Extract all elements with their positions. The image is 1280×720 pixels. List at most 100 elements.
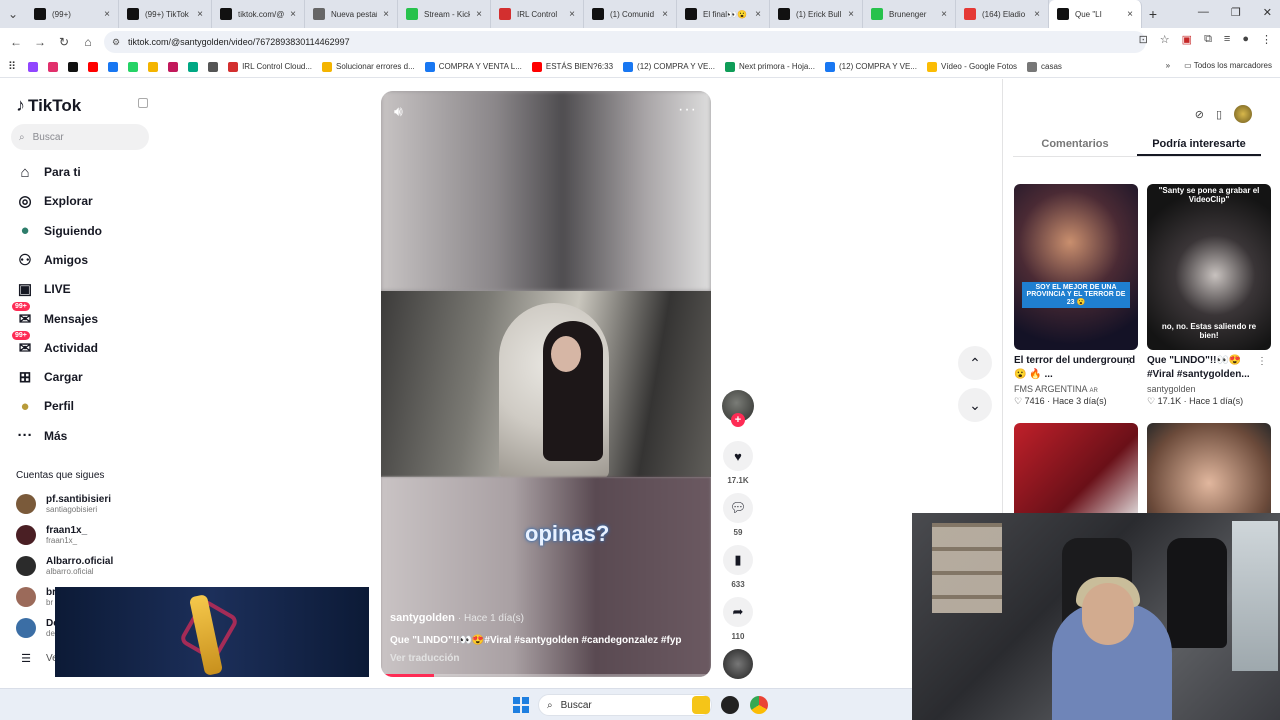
close-tab-icon[interactable]: × bbox=[476, 9, 482, 20]
url-field[interactable]: ⚙ tiktok.com/@santygolden/video/76728938… bbox=[104, 31, 1146, 53]
suggested-video-card[interactable]: "Santy se pone a grabar el VideoClip" no… bbox=[1147, 184, 1271, 407]
bookmark-item[interactable]: COMPRA Y VENTA L... bbox=[424, 61, 522, 72]
close-tab-icon[interactable]: × bbox=[1127, 9, 1133, 20]
tab-search-icon[interactable]: ⌄ bbox=[0, 7, 26, 21]
media-icon[interactable]: ≡ bbox=[1224, 33, 1230, 46]
bookmark-item[interactable]: Vídeo - Google Fotos bbox=[926, 61, 1017, 72]
bookmarks-overflow-icon[interactable]: » bbox=[1166, 61, 1170, 70]
video-author[interactable]: santygolden · Hace 1 día(s) bbox=[390, 612, 524, 624]
tab-comentarios[interactable]: Comentarios bbox=[1013, 131, 1137, 156]
collapse-sidebar-icon[interactable] bbox=[138, 98, 148, 108]
followed-account[interactable]: Albarro.oficial albarro.oficial bbox=[16, 556, 113, 576]
browser-tab[interactable]: Stream - Kick × bbox=[398, 0, 491, 28]
next-video-button[interactable]: ⌄ bbox=[958, 388, 992, 422]
card-more-icon[interactable]: ⋮ bbox=[1257, 356, 1267, 367]
tiktok-logo[interactable]: ♪ TikTok bbox=[16, 95, 81, 116]
close-tab-icon[interactable]: × bbox=[383, 9, 389, 20]
apps-grid-icon[interactable]: ⠿ bbox=[8, 60, 16, 73]
search-input[interactable]: ⌕ Buscar bbox=[11, 124, 149, 150]
bookmark-item[interactable] bbox=[48, 61, 59, 72]
close-window-icon[interactable]: ✕ bbox=[1263, 6, 1272, 19]
see-more-link[interactable]: ☰ Ve bbox=[16, 652, 58, 665]
bookmark-star-icon[interactable]: ☆ bbox=[1160, 33, 1170, 46]
browser-tab[interactable]: Nueva pestaña × bbox=[305, 0, 398, 28]
browser-tab[interactable]: tiktok.com/@ × bbox=[212, 0, 305, 28]
browser-tab[interactable]: IRL Control × bbox=[491, 0, 584, 28]
windows-start-icon[interactable] bbox=[513, 697, 529, 713]
bookmark-item[interactable] bbox=[88, 61, 99, 72]
translate-icon[interactable]: ⊡ bbox=[1139, 33, 1148, 46]
followed-account[interactable]: pf.santibisieri santiagobisieri bbox=[16, 494, 111, 514]
see-translation-link[interactable]: Ver traducción bbox=[390, 653, 459, 664]
bookmark-item[interactable]: (12) COMPRA Y VE... bbox=[825, 61, 917, 72]
device-icon[interactable]: ▯ bbox=[1216, 108, 1222, 121]
previous-video-button[interactable]: ⌃ bbox=[958, 346, 992, 380]
comment-icon[interactable]: 💬︎ bbox=[723, 493, 753, 523]
browser-tab[interactable]: (99+) × bbox=[26, 0, 119, 28]
sidebar-item-actividad[interactable]: 99+ ✉ Actividad bbox=[12, 330, 98, 358]
browser-tab[interactable]: Brunenger × bbox=[863, 0, 956, 28]
bookmark-item[interactable] bbox=[188, 61, 199, 72]
close-tab-icon[interactable]: × bbox=[197, 9, 203, 20]
sidebar-item-siguiendo[interactable]: ● Siguiendo bbox=[16, 221, 102, 241]
sound-icon[interactable]: 🔊︎ bbox=[394, 103, 403, 120]
video-more-icon[interactable]: ··· bbox=[678, 101, 697, 119]
all-bookmarks-folder[interactable]: ▭ Todos los marcadores bbox=[1184, 61, 1272, 70]
bookmark-item[interactable]: Solucionar errores d... bbox=[322, 61, 415, 72]
followed-account[interactable]: br br bbox=[16, 587, 56, 607]
heart-icon[interactable]: ♥ bbox=[723, 441, 753, 471]
browser-tab[interactable]: (164) Eladio × bbox=[956, 0, 1049, 28]
taskbar-search[interactable]: ⌕ Buscar bbox=[538, 694, 712, 716]
suggested-video-card[interactable] bbox=[1147, 423, 1271, 523]
forward-icon[interactable]: → bbox=[28, 35, 52, 49]
extension-icon[interactable]: ▣ bbox=[1182, 33, 1192, 46]
close-tab-icon[interactable]: × bbox=[848, 9, 854, 20]
browser-tab[interactable]: (1) Comunid × bbox=[584, 0, 677, 28]
video-thumbnail[interactable]: SOY EL MEJOR DE UNA PROVINCIA Y EL TERRO… bbox=[1014, 184, 1138, 350]
sidebar-item-live[interactable]: ▣ LIVE bbox=[16, 279, 71, 299]
suggested-video-card[interactable] bbox=[1014, 423, 1138, 523]
bookmark-item[interactable]: IRL Control Cloud... bbox=[228, 61, 312, 72]
coin-icon[interactable]: ⊘ bbox=[1195, 108, 1204, 121]
app-icon[interactable] bbox=[721, 696, 739, 714]
bookmark-item[interactable]: (12) COMPRA Y VE... bbox=[623, 61, 715, 72]
puzzle-icon[interactable]: ⧉ bbox=[1204, 33, 1212, 46]
restore-icon[interactable]: ❐ bbox=[1231, 6, 1241, 19]
bookmark-item[interactable]: casas bbox=[1027, 61, 1062, 72]
minimize-icon[interactable]: — bbox=[1198, 6, 1209, 19]
sidebar-item-amigos[interactable]: ⚇ Amigos bbox=[16, 250, 88, 270]
close-tab-icon[interactable]: × bbox=[1034, 9, 1040, 20]
close-tab-icon[interactable]: × bbox=[290, 9, 296, 20]
browser-tab[interactable]: (1) Erick Bull × bbox=[770, 0, 863, 28]
profile-avatar-icon[interactable]: ● bbox=[1242, 33, 1249, 46]
video-thumbnail[interactable] bbox=[1147, 423, 1271, 523]
bookmark-item[interactable] bbox=[128, 61, 139, 72]
browser-tab[interactable]: El final👀😮 × bbox=[677, 0, 770, 28]
browser-menu-icon[interactable]: ⋮ bbox=[1261, 33, 1272, 46]
sidebar-item-cargar[interactable]: ⊞ Cargar bbox=[16, 367, 83, 387]
new-tab-button[interactable]: + bbox=[1142, 6, 1164, 22]
bookmark-item[interactable] bbox=[208, 61, 219, 72]
bookmark-item[interactable] bbox=[108, 61, 119, 72]
sidebar-item-mensajes[interactable]: 99+ ✉ Mensajes bbox=[12, 301, 98, 329]
video-player[interactable]: opinas? 🔊︎ ··· santygolden · Hace 1 día(… bbox=[381, 91, 711, 677]
bookmark-icon[interactable]: ▮ bbox=[723, 545, 753, 575]
bookmark-item[interactable] bbox=[148, 61, 159, 72]
close-tab-icon[interactable]: × bbox=[755, 9, 761, 20]
follow-button[interactable]: + bbox=[731, 413, 745, 427]
close-tab-icon[interactable]: × bbox=[104, 9, 110, 20]
bookmark-item[interactable] bbox=[28, 61, 39, 72]
bookmark-item[interactable]: ESTÁS BIEN?6:33 bbox=[531, 61, 613, 72]
followed-account[interactable]: De de bbox=[16, 618, 59, 638]
browser-tab[interactable]: (99+) TikTok × bbox=[119, 0, 212, 28]
bookmark-item[interactable] bbox=[168, 61, 179, 72]
sidebar-item-explorar[interactable]: ◎ Explorar bbox=[16, 191, 92, 211]
back-icon[interactable]: ← bbox=[4, 35, 28, 49]
suggested-video-card[interactable]: SOY EL MEJOR DE UNA PROVINCIA Y EL TERRO… bbox=[1014, 184, 1138, 407]
video-thumbnail[interactable] bbox=[1014, 423, 1138, 523]
home-page-icon[interactable]: ⌂ bbox=[76, 35, 100, 49]
close-tab-icon[interactable]: × bbox=[941, 9, 947, 20]
card-more-icon[interactable]: ⋮ bbox=[1124, 356, 1134, 367]
sidebar-item-para-ti[interactable]: ⌂ Para ti bbox=[16, 162, 80, 182]
browser-tab[interactable]: Que "LI × bbox=[1049, 0, 1142, 28]
